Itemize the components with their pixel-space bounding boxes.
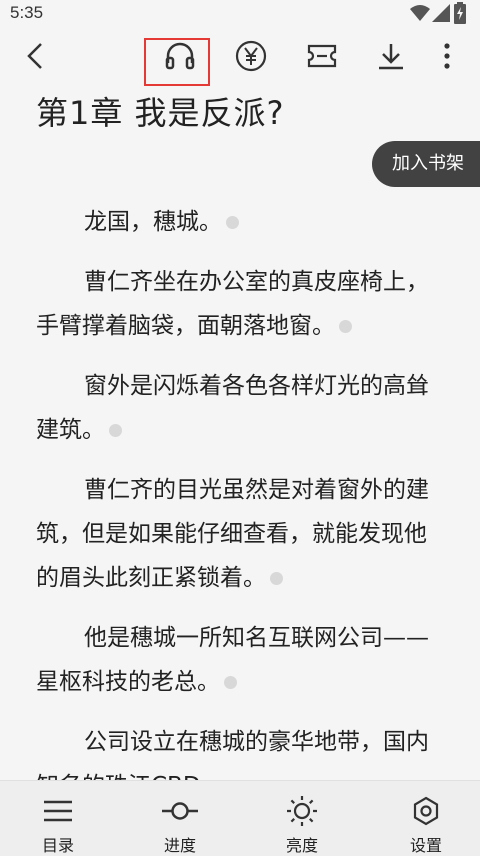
progress-slider-icon [162, 802, 198, 820]
reader-toolbar [0, 26, 480, 86]
comment-dot-icon[interactable] [226, 216, 239, 229]
nav-toc[interactable]: 目录 [18, 781, 98, 856]
nav-settings[interactable]: 设置 [386, 781, 466, 856]
paragraph-text: 窗外是闪烁着各色各样灯光的高耸建筑。 [36, 373, 429, 443]
download-button[interactable] [366, 26, 416, 86]
sun-icon [287, 796, 317, 826]
paragraph-text: 曹仁齐的目光虽然是对着窗外的建筑，但是如果能仔细查看，就能发现他的眉头此刻正紧锁… [36, 477, 429, 591]
yuan-icon [235, 40, 267, 72]
bottom-nav: 目录 进度 亮度 设置 [0, 780, 480, 856]
comment-dot-icon[interactable] [224, 676, 237, 689]
paragraph: 曹仁齐的目光虽然是对着窗外的建筑，但是如果能仔细查看，就能发现他的眉头此刻正紧锁… [36, 468, 446, 600]
paragraph-text: 公司设立在穗城的豪华地带，国内知名的珠江CBD。 [36, 729, 429, 780]
reward-button[interactable] [226, 26, 276, 86]
nav-progress-label: 进度 [163, 836, 196, 855]
comment-dot-icon[interactable] [109, 424, 122, 437]
chapter-content: 龙国，穗城。 曹仁齐坐在办公室的真皮座椅上，手臂撑着脑袋，面朝落地窗。 窗外是闪… [36, 200, 446, 780]
paragraph: 曹仁齐坐在办公室的真皮座椅上，手臂撑着脑袋，面朝落地窗。 [36, 260, 446, 348]
add-to-shelf-button[interactable]: 加入书架 [372, 141, 480, 187]
paragraph: 公司设立在穗城的豪华地带，国内知名的珠江CBD。 [36, 720, 446, 780]
back-button[interactable] [10, 26, 60, 86]
paragraph-text: 曹仁齐坐在办公室的真皮座椅上，手臂撑着脑袋，面朝落地窗。 [36, 269, 429, 339]
paragraph: 龙国，穗城。 [36, 200, 446, 244]
download-icon [379, 44, 403, 70]
headphones-highlight [144, 38, 210, 86]
ticket-icon [307, 44, 337, 68]
status-icons [410, 2, 470, 24]
paragraph: 窗外是闪烁着各色各样灯光的高耸建筑。 [36, 364, 446, 452]
nav-brightness-label: 亮度 [285, 836, 318, 855]
battery-icon [454, 2, 466, 24]
nav-toc-label: 目录 [41, 836, 74, 855]
comment-dot-icon[interactable] [270, 572, 283, 585]
paragraph-text: 龙国，穗城。 [84, 209, 222, 235]
wifi-icon [410, 5, 430, 21]
nav-progress[interactable]: 进度 [140, 781, 220, 856]
comment-dot-icon[interactable] [339, 320, 352, 333]
nav-brightness[interactable]: 亮度 [262, 781, 342, 856]
nav-settings-label: 设置 [409, 836, 442, 855]
signal-icon [432, 4, 450, 22]
status-time: 5:35 [10, 3, 44, 22]
paragraph: 他是穗城一所知名互联网公司——星枢科技的老总。 [36, 616, 446, 704]
more-button[interactable] [422, 26, 472, 86]
more-icon [444, 43, 450, 69]
status-bar: 5:35 [0, 0, 480, 26]
back-icon [27, 43, 42, 69]
menu-icon [44, 800, 72, 822]
settings-icon [413, 796, 439, 826]
ticket-button[interactable] [297, 26, 347, 86]
chapter-title: 第1章 我是反派? [36, 94, 285, 132]
